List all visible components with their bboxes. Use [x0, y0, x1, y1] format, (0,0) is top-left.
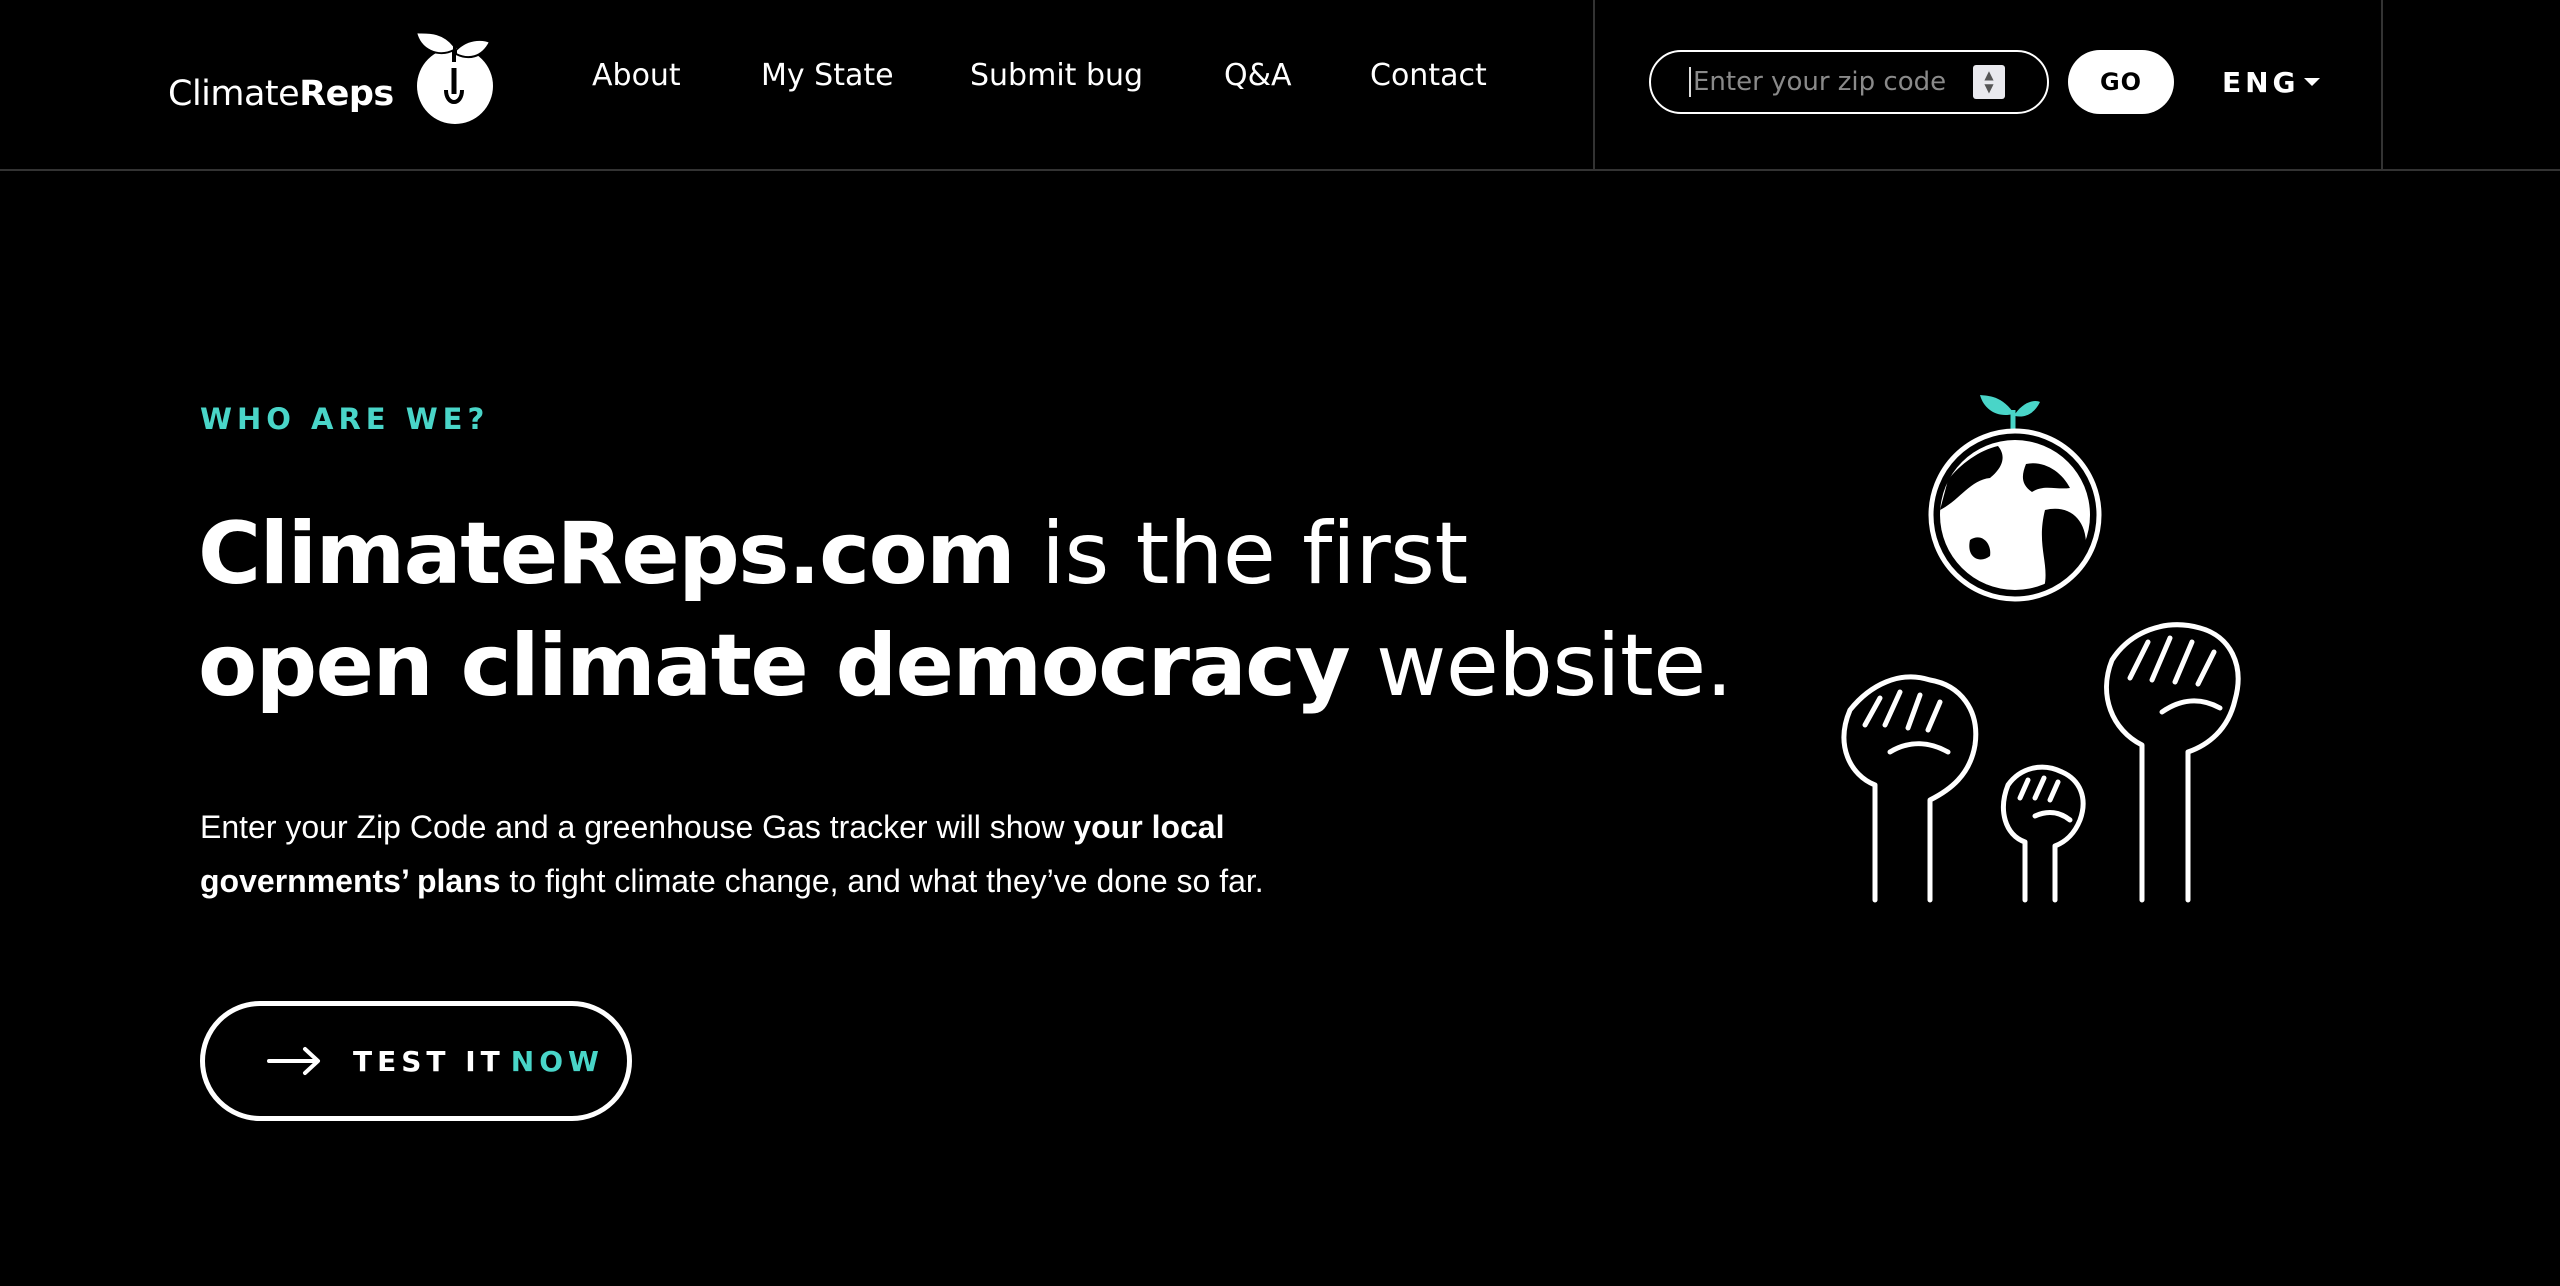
hero-headline: ClimateReps.com is the first open climat…	[198, 498, 1838, 722]
raised-fists-icon	[1841, 622, 2241, 903]
headline-regular: website.	[1349, 616, 1733, 716]
nav-about[interactable]: About	[592, 58, 681, 93]
zip-search: ▲▼	[1649, 50, 2049, 114]
arrow-right-icon	[267, 1047, 320, 1075]
zip-code-input[interactable]	[1689, 67, 1969, 97]
nav-submit-bug[interactable]: Submit bug	[970, 58, 1143, 93]
language-selector[interactable]: ENG	[2222, 62, 2320, 102]
test-it-now-button[interactable]: TEST IT NOW	[200, 1001, 632, 1121]
spinner-arrows-icon[interactable]: ▲ ▼	[1973, 65, 2005, 99]
language-label: ENG	[2222, 65, 2300, 99]
hero-eyebrow: WHO ARE WE?	[200, 402, 490, 436]
site-header: ClimateReps About My State Submit bug Q&…	[0, 0, 2560, 171]
go-button[interactable]: GO	[2068, 50, 2174, 114]
cta-accent-text: NOW	[510, 1044, 604, 1078]
headline-bold: open climate democracy	[198, 616, 1351, 716]
apple-seedling-logo-icon	[414, 30, 493, 124]
globe-sprout-icon	[1928, 395, 2102, 602]
description-text: Enter your Zip Code and a greenhouse Gas…	[200, 809, 1074, 845]
cta-label-text: TEST IT	[353, 1044, 505, 1078]
cta-label: TEST IT NOW	[353, 1045, 604, 1078]
logo-wordmark: ClimateReps	[168, 74, 394, 114]
description-bold: governments’ plans	[200, 863, 501, 899]
nav-my-state[interactable]: My State	[761, 58, 894, 93]
headline-line-2: open climate democracy website.	[198, 610, 1838, 722]
headline-bold: ClimateReps.com	[198, 504, 1016, 604]
caret-down-icon	[2303, 78, 2320, 86]
logo-suffix: Reps	[299, 74, 394, 114]
headline-regular: is the first	[1014, 504, 1468, 604]
header-divider	[2381, 0, 2383, 171]
description-bold: your local	[1073, 809, 1225, 845]
nav-qa[interactable]: Q&A	[1224, 58, 1292, 93]
page: ClimateReps About My State Submit bug Q&…	[0, 0, 2560, 1286]
logo-prefix: Climate	[168, 74, 300, 114]
description-text: to fight climate change, and what they’v…	[500, 863, 1264, 899]
header-divider	[1593, 0, 1595, 171]
site-logo[interactable]: ClimateReps	[168, 28, 498, 128]
climate-illustration	[1841, 395, 2241, 903]
hero-description: Enter your Zip Code and a greenhouse Gas…	[200, 800, 1300, 908]
headline-line-1: ClimateReps.com is the first	[198, 498, 1838, 610]
nav-contact[interactable]: Contact	[1370, 58, 1487, 93]
